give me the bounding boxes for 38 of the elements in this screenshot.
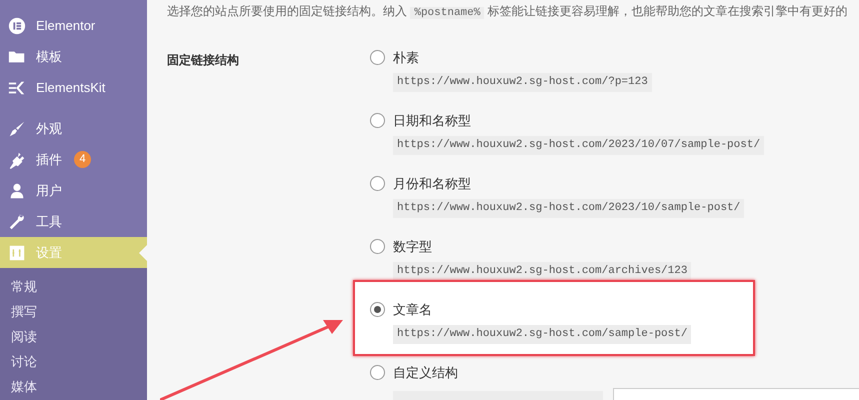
example-url: https://www.houxuw2.sg-host.com/2023/10/sample-post/ (393, 199, 744, 218)
elementor-icon (8, 16, 26, 34)
option-label: 文章名 (393, 300, 432, 318)
example-url: https://www.houxuw2.sg-host.com/2023/10/07/sample-post/ (393, 136, 764, 154)
sidebar-item[interactable]: ElementsKit (0, 72, 147, 103)
option-label: 月份和名称型 (393, 174, 471, 192)
option-label: 朴素 (393, 48, 419, 66)
submenu-item[interactable]: 媒体 (0, 374, 147, 399)
submenu-item[interactable]: 讨论 (0, 349, 147, 374)
radio-button[interactable] (370, 238, 385, 254)
example-url: https://www.houxuw2.sg-host.com/archives/123 (393, 262, 692, 280)
count-badge: 4 (74, 151, 91, 168)
paintbrush-icon (8, 120, 26, 138)
submenu-item[interactable]: 阅读 (0, 324, 147, 349)
user-icon (8, 182, 26, 200)
radio-button[interactable] (370, 176, 385, 191)
ek-logo-icon (8, 78, 26, 96)
option-label: 自定义结构 (393, 364, 458, 382)
example-url: https://www.houxuw2.sg-host.com/sample-post/ (393, 325, 692, 344)
plug-icon (8, 150, 26, 168)
submenu-item[interactable]: 常规 (0, 274, 147, 299)
submenu-item[interactable]: 撰写 (0, 299, 147, 324)
field-label: 固定链接结构 (167, 52, 239, 66)
option-label: 日期和名称型 (393, 112, 471, 130)
example-url: https://www.houxuw2.sg-host.com/?p=123 (393, 73, 652, 92)
radio-button[interactable] (370, 50, 385, 65)
intro-text: 选择您的站点所要使用的固定链接结构。纳入 %postname% 标签能让链接更容易理解，也能帮助您的文章在搜索引擎中有更好的 (167, 3, 849, 21)
sidebar-item[interactable]: 外观 (0, 113, 147, 144)
sidebar-item[interactable]: 工具 (0, 206, 147, 237)
radio-button[interactable] (370, 364, 385, 380)
sidebar-item[interactable]: Elementor (0, 10, 147, 41)
sidebar-item[interactable]: 用户 (0, 175, 147, 206)
sidebar-item[interactable]: 模板 (0, 41, 147, 72)
option-label: 数字型 (393, 238, 432, 256)
wrench-icon (8, 212, 26, 230)
radio-button[interactable] (370, 112, 385, 128)
settings-icon (8, 244, 26, 262)
sidebar-item[interactable]: 插件 4 (0, 144, 147, 175)
